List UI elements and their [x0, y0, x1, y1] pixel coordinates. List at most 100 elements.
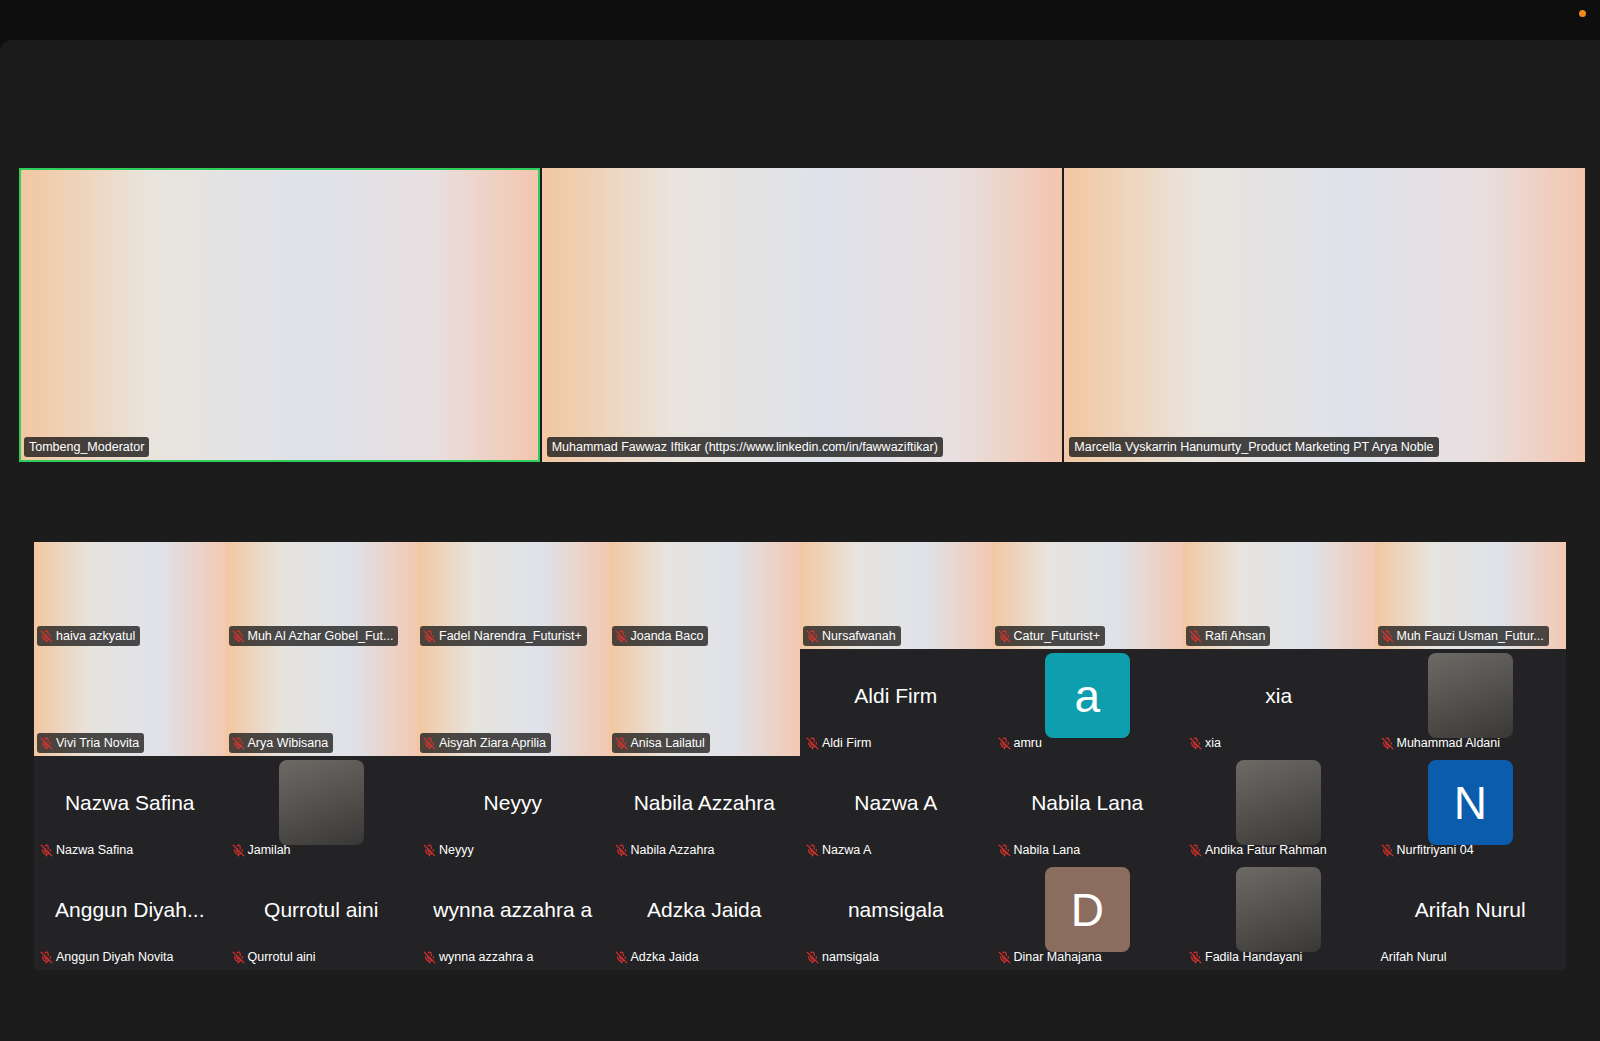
participant-tile[interactable]: Fadel Narendra_Futurist+ [417, 542, 609, 649]
mic-off-icon [40, 737, 53, 750]
mic-off-icon [1381, 737, 1394, 750]
participant-label: xia [1186, 733, 1226, 753]
participant-label: Muh Al Azhar Gobel_Fut... [229, 626, 399, 646]
profile-photo [1428, 653, 1513, 738]
participant-tile[interactable]: Muh Al Azhar Gobel_Fut... [226, 542, 418, 649]
mic-off-icon [232, 630, 245, 643]
meeting-area: Tombeng_Moderator Muhammad Fawwaz Iftikar… [0, 40, 1600, 1041]
mic-off-icon [615, 630, 628, 643]
mic-off-icon [1189, 630, 1202, 643]
participant-label: Arya Wibisana [229, 733, 334, 753]
participant-label: Joanda Baco [612, 626, 709, 646]
participant-label: Fadila Handayani [1186, 947, 1307, 967]
mic-off-icon [232, 951, 245, 964]
mic-off-icon [423, 737, 436, 750]
indicator-dot [1579, 10, 1586, 17]
participant-label: Neyyy [420, 840, 479, 860]
participant-label: Adzka Jaida [612, 947, 704, 967]
participant-tile[interactable]: Nabila LanaNabila Lana [992, 756, 1184, 863]
participant-label: Nabila Azzahra [612, 840, 720, 860]
mic-off-icon [40, 630, 53, 643]
display-name: Aldi Firm [854, 684, 937, 708]
participant-label: Fadel Narendra_Futurist+ [420, 626, 587, 646]
display-name: xia [1265, 684, 1292, 708]
participant-label: Arifah Nurul [1378, 947, 1452, 967]
mic-off-icon [1381, 630, 1394, 643]
participant-label: Anisa Lailatul [612, 733, 710, 753]
participant-tile[interactable]: Arifah Nurul Arifah Nurul [1375, 863, 1567, 970]
mic-off-icon [998, 630, 1011, 643]
mic-off-icon [232, 844, 245, 857]
speaker-label: Marcella Vyskarrin Hanumurty_Product Mar… [1069, 437, 1438, 457]
participant-tile[interactable]: Nazwa ANazwa A [800, 756, 992, 863]
participant-tile[interactable]: Nursafwanah [800, 542, 992, 649]
participant-label: Nurfitriyani 04 [1378, 840, 1479, 860]
participant-tile[interactable]: Catur_Futurist+ [992, 542, 1184, 649]
mic-off-icon [40, 951, 53, 964]
mic-off-icon [40, 844, 53, 857]
participant-tile[interactable]: Adzka Jaida Adzka Jaida [609, 863, 801, 970]
avatar: N [1428, 760, 1513, 845]
speaker-tile[interactable]: Tombeng_Moderator [19, 168, 540, 462]
participant-tile[interactable]: haiva azkyatul [34, 542, 226, 649]
participant-tile[interactable]: Anggun Diyah... Anggun Diyah Novita [34, 863, 226, 970]
participant-tile[interactable]: Qurrotul aini Qurrotul aini [226, 863, 418, 970]
speaker-row: Tombeng_Moderator Muhammad Fawwaz Iftikar… [19, 168, 1585, 462]
participant-tile[interactable]: DDinar Mahajana [992, 863, 1184, 970]
mic-off-icon [806, 844, 819, 857]
speaker-label: Tombeng_Moderator [24, 437, 149, 457]
profile-photo [279, 760, 364, 845]
participant-label: Rafi Ahsan [1186, 626, 1270, 646]
mic-off-icon [1189, 737, 1202, 750]
mic-off-icon [423, 951, 436, 964]
display-name: Adzka Jaida [647, 898, 761, 922]
participant-tile[interactable]: Nabila Azzahra Nabila Azzahra [609, 756, 801, 863]
speaker-label: Muhammad Fawwaz Iftikar (https://www.lin… [547, 437, 943, 457]
participant-label: Qurrotul aini [229, 947, 321, 967]
participant-label: Dinar Mahajana [995, 947, 1107, 967]
profile-photo [1236, 760, 1321, 845]
avatar: a [1045, 653, 1130, 738]
speaker-tile[interactable]: Muhammad Fawwaz Iftikar (https://www.lin… [542, 168, 1063, 462]
mic-off-icon [998, 951, 1011, 964]
participant-tile[interactable]: Anisa Lailatul [609, 649, 801, 756]
mic-off-icon [998, 737, 1011, 750]
participant-tile[interactable]: NNurfitriyani 04 [1375, 756, 1567, 863]
participant-tile[interactable]: Muh Fauzi Usman_Futur... [1375, 542, 1567, 649]
top-bar [0, 0, 1600, 40]
participant-tile[interactable]: Nazwa Safina Nazwa Safina [34, 756, 226, 863]
display-name: Neyyy [484, 791, 542, 815]
participant-label: wynna azzahra a [420, 947, 539, 967]
participant-label: amru [995, 733, 1047, 753]
meeting-window: Tombeng_Moderator Muhammad Fawwaz Iftikar… [0, 0, 1600, 1041]
participant-tile[interactable]: Aldi FirmAldi Firm [800, 649, 992, 756]
display-name: Anggun Diyah... [55, 898, 204, 922]
display-name: Nazwa A [854, 791, 937, 815]
participant-tile[interactable]: xia xia [1183, 649, 1375, 756]
participant-tile[interactable]: Neyyy Neyyy [417, 756, 609, 863]
participant-tile[interactable]: Jamilah [226, 756, 418, 863]
participant-tile[interactable]: namsigalanamsigala [800, 863, 992, 970]
mic-off-icon [806, 737, 819, 750]
display-name: Arifah Nurul [1415, 898, 1526, 922]
participant-label: Nazwa Safina [37, 840, 138, 860]
participant-tile[interactable]: Rafi Ahsan [1183, 542, 1375, 649]
participant-label: namsigala [803, 947, 884, 967]
mic-off-icon [1381, 844, 1394, 857]
participant-tile[interactable]: Andika Fatur Rahman [1183, 756, 1375, 863]
participant-tile[interactable]: aamru [992, 649, 1184, 756]
display-name: wynna azzahra a [433, 898, 592, 922]
speaker-tile[interactable]: Marcella Vyskarrin Hanumurty_Product Mar… [1064, 168, 1585, 462]
participant-tile[interactable]: Muhammad Aldani [1375, 649, 1567, 756]
mic-off-icon [998, 844, 1011, 857]
participant-tile[interactable]: Fadila Handayani [1183, 863, 1375, 970]
participant-tile[interactable]: wynna azzahra a wynna azzahra a [417, 863, 609, 970]
participant-tile[interactable]: Joanda Baco [609, 542, 801, 649]
participant-tile[interactable]: Aisyah Ziara Aprilia [417, 649, 609, 756]
display-name: Nabila Azzahra [634, 791, 775, 815]
display-name: Nazwa Safina [65, 791, 195, 815]
participant-label: Anggun Diyah Novita [37, 947, 178, 967]
display-name: Qurrotul aini [264, 898, 378, 922]
participant-tile[interactable]: Arya Wibisana [226, 649, 418, 756]
participant-tile[interactable]: Vivi Tria Novita [34, 649, 226, 756]
